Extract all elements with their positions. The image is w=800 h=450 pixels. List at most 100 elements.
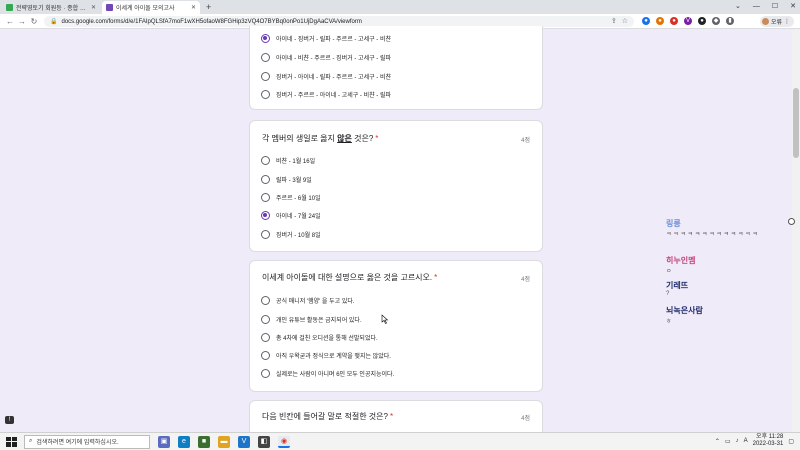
radio[interactable] <box>261 192 270 202</box>
option-label: 실제로는 사람이 아니며 6인 모두 인공지능이다. <box>276 371 395 378</box>
radio[interactable] <box>261 229 270 239</box>
question-card-3: 이세계 아이돌에 대한 설명으로 옳은 것을 고르시오. * 4점 공식 매니저 … <box>249 260 543 392</box>
overlay-name: 히누인멤 <box>666 256 696 265</box>
vscode-icon[interactable]: V <box>238 435 250 448</box>
avatar <box>762 18 769 25</box>
question-card-2: 각 멤버의 생일로 옳지 않은 것은? * 4점 비챤 - 1월 16일 릴파 -… <box>249 120 543 252</box>
app-icon[interactable]: ◧ <box>258 435 270 448</box>
option[interactable]: 공식 매니저 '햄양' 을 두고 있다. <box>261 294 355 306</box>
extension-icon[interactable]: V <box>684 17 692 25</box>
feedback-icon[interactable]: ! <box>5 416 14 424</box>
extension-icon[interactable]: ● <box>642 17 650 25</box>
radio[interactable] <box>261 155 270 165</box>
profile-button[interactable]: 오류 ⋮ <box>760 16 794 27</box>
radio[interactable] <box>261 314 270 324</box>
radio[interactable] <box>261 89 270 99</box>
share-icon[interactable]: ⇪ <box>611 16 617 27</box>
option-label: 아이네 - 7월 24일 <box>276 213 321 220</box>
chevron-down-icon[interactable]: ⌄ <box>735 0 741 13</box>
lock-icon[interactable]: 🔒 <box>50 18 57 25</box>
mouse-cursor-icon <box>381 314 389 324</box>
option-label: 아이네 - 징버거 - 릴파 - 주르르 - 고세구 - 비챤 <box>276 36 391 43</box>
back-icon[interactable]: ← <box>4 17 16 26</box>
browser-tab-1[interactable]: 전략영토기 회원등 · 종합 가서비스 ✕ <box>2 1 100 14</box>
radio[interactable] <box>261 295 270 305</box>
profile-label: 오류 <box>771 20 783 26</box>
radio[interactable] <box>261 174 270 184</box>
star-icon[interactable]: ☆ <box>622 16 628 27</box>
overlay-item: 히누인멤 ㅇ <box>666 255 790 280</box>
volume-icon[interactable]: ♪ <box>736 438 739 444</box>
points-label: 4점 <box>521 138 530 144</box>
option[interactable]: 징버거 - 아이네 - 릴파 - 주르르 - 고세구 - 비챤 <box>261 70 391 82</box>
close-icon[interactable]: ✕ <box>191 4 196 11</box>
title-text: 각 멤버의 생일로 옳지 <box>262 134 338 143</box>
question-title: 이세계 아이돌에 대한 설명으로 옳은 것을 고르시오. * <box>262 272 437 283</box>
option[interactable]: 실제로는 사람이 아니며 6인 모두 인공지능이다. <box>261 367 394 379</box>
window-controls: ⌄ — ☐ ✕ <box>735 0 796 13</box>
radio[interactable] <box>261 71 270 81</box>
option[interactable]: 아이네 - 7월 24일 <box>261 209 321 221</box>
radio-selected[interactable] <box>261 210 270 220</box>
more-icon[interactable]: ⋮ <box>784 18 790 25</box>
date-text: 2022-03-31 <box>752 441 784 447</box>
chevron-up-icon[interactable]: ⌃ <box>715 438 720 445</box>
required-mark: * <box>389 412 394 421</box>
chat-overlay: 링릉 ㅋ ㅋ ㅋ ㅋ ㅋ ㅋ ㅋ ㅋ ㅋ ㅋ ㅋ ㅋ ㅋ 히누인멤 ㅇ 기레뜨 … <box>666 218 790 330</box>
close-icon[interactable]: ✕ <box>91 4 96 11</box>
omnibox-actions: ⇪ ☆ <box>611 16 628 27</box>
edge-icon[interactable]: e <box>178 435 190 448</box>
radio[interactable] <box>261 52 270 62</box>
option[interactable]: 주르르 - 6월 10일 <box>261 191 321 203</box>
folder-icon[interactable]: ▬ <box>218 435 230 448</box>
option[interactable]: 릴파 - 3월 9일 <box>261 173 312 185</box>
scrollbar-thumb[interactable] <box>793 88 799 158</box>
chrome-icon[interactable]: ◉ <box>278 435 290 448</box>
clock[interactable]: 오후 11:28 2022-03-31 <box>753 434 784 448</box>
overlay-name: 링릉 <box>666 219 681 228</box>
network-icon[interactable]: ▭ <box>725 438 731 445</box>
browser-tab-2[interactable]: 이세계 아이돌 모의고사 ✕ <box>102 1 200 14</box>
overlay-message: ? <box>666 291 670 297</box>
radio[interactable] <box>261 350 270 360</box>
overlay-message: ㅇ <box>666 269 672 275</box>
search-icon: ⌕ <box>29 438 33 444</box>
task-view-icon[interactable]: ▣ <box>158 435 170 448</box>
option[interactable]: 징버거 - 주르르 - 아이네 - 고세구 - 비챤 - 릴파 <box>261 88 391 100</box>
close-window-icon[interactable]: ✕ <box>790 0 796 13</box>
option[interactable]: 아이네 - 비챤 - 주르르 - 징버거 - 고세구 - 릴파 <box>261 51 391 63</box>
time-text: 오후 11:28 <box>756 434 784 440</box>
option-label: 주르르 - 6월 10일 <box>276 195 321 202</box>
reload-icon[interactable]: ↻ <box>28 17 40 26</box>
taskbar: ⌕ 검색하려면 여기에 입력하십시오. ▣ e ■ ▬ V ◧ ◉ ⌃ ▭ ♪ … <box>0 432 800 450</box>
puzzle-icon[interactable]: ◆ <box>712 17 720 25</box>
app-icon[interactable]: ■ <box>198 435 210 448</box>
option-label: 비챤 - 1월 16일 <box>276 158 316 165</box>
maximize-icon[interactable]: ☐ <box>772 0 778 13</box>
option[interactable]: 아이네 - 징버거 - 릴파 - 주르르 - 고세구 - 비챤 <box>261 32 391 44</box>
taskbar-search[interactable]: ⌕ 검색하려면 여기에 입력하십시오. <box>24 434 150 449</box>
radio[interactable] <box>261 368 270 378</box>
ime-indicator[interactable]: A <box>744 438 748 444</box>
notification-icon[interactable]: ▢ <box>788 438 794 445</box>
new-tab-button[interactable]: + <box>206 1 211 13</box>
option[interactable]: 개인 유튜브 활동은 금지되어 있다. <box>261 313 362 325</box>
option[interactable]: 아직 우왁굳과 정식으로 계약을 맺지는 않았다. <box>261 349 391 361</box>
radio-selected[interactable] <box>261 33 270 43</box>
required-mark: * <box>434 273 438 282</box>
option[interactable]: 총 4차에 걸친 오디션을 통해 선발되었다. <box>261 331 378 343</box>
option[interactable]: 징버거 - 10월 8일 <box>261 228 321 240</box>
windows-start-icon[interactable] <box>4 435 18 449</box>
tab-strip: 전략영토기 회원등 · 종합 가서비스 ✕ 이세계 아이돌 모의고사 ✕ + ⌄… <box>0 0 800 14</box>
extension-icon[interactable]: ● <box>656 17 664 25</box>
sidebar-icon[interactable]: ▮ <box>726 17 734 25</box>
forward-icon[interactable]: → <box>16 17 28 26</box>
option[interactable]: 비챤 - 1월 16일 <box>261 154 315 166</box>
extension-icon[interactable]: ● <box>670 17 678 25</box>
option-label: 개인 유튜브 활동은 금지되어 있다. <box>276 317 362 324</box>
radio[interactable] <box>261 332 270 342</box>
minimize-icon[interactable]: — <box>753 0 760 13</box>
extension-icon[interactable]: ● <box>698 17 706 25</box>
required-mark: * <box>375 134 379 143</box>
overlay-item: 링릉 ㅋ ㅋ ㅋ ㅋ ㅋ ㅋ ㅋ ㅋ ㅋ ㅋ ㅋ ㅋ ㅋ <box>666 218 790 255</box>
